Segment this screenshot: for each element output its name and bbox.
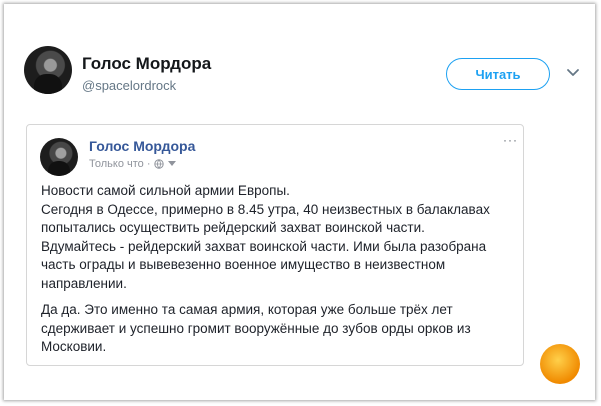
- chevron-down-icon[interactable]: [566, 66, 580, 80]
- author-handle[interactable]: @spacelordrock: [82, 78, 176, 93]
- post-author-name[interactable]: Голос Мордора: [89, 138, 195, 154]
- text-line: Да да. Это именно та самая армия, котора…: [41, 302, 453, 317]
- tweet-card: Голос Мордора @spacelordrock Читать Голо…: [4, 4, 595, 400]
- text-line: сдерживает и успешно громит вооружённые …: [41, 320, 471, 336]
- text-line: направлении.: [41, 275, 127, 291]
- tweet-header: Голос Мордора @spacelordrock Читать: [4, 4, 595, 114]
- embedded-post[interactable]: Голос Мордора Только что · ··· Новости с…: [26, 124, 524, 366]
- text-line: попытались осуществить рейдерский захват…: [41, 220, 425, 235]
- post-paragraph-2: Да да. Это именно та самая армия, котора…: [41, 301, 517, 357]
- post-body: Новости самой сильной армии Европы. Сего…: [41, 182, 517, 365]
- follow-button[interactable]: Читать: [446, 58, 550, 90]
- text-line: Московии.: [41, 339, 107, 354]
- post-more-button[interactable]: ···: [503, 133, 518, 147]
- watermark-logo: [540, 344, 580, 384]
- post-author-avatar[interactable]: [40, 138, 78, 176]
- text-line: Вдумайтесь - рейдерский захват воинской …: [41, 238, 487, 254]
- post-paragraph-1: Новости самой сильной армии Европы. Сего…: [41, 182, 517, 293]
- globe-icon: [154, 159, 165, 169]
- author-name[interactable]: Голос Мордора: [82, 54, 211, 74]
- author-avatar[interactable]: [24, 46, 72, 94]
- post-meta: Только что ·: [89, 158, 177, 170]
- text-line: часть ограды и вывевезенно военное имуще…: [41, 257, 446, 272]
- text-line: Сегодня в Одессе, примерно в 8.45 утра, …: [41, 201, 490, 217]
- post-timestamp[interactable]: Только что ·: [89, 158, 150, 170]
- text-line: Новости самой сильной армии Европы.: [41, 183, 290, 198]
- caret-down-icon[interactable]: [168, 161, 177, 167]
